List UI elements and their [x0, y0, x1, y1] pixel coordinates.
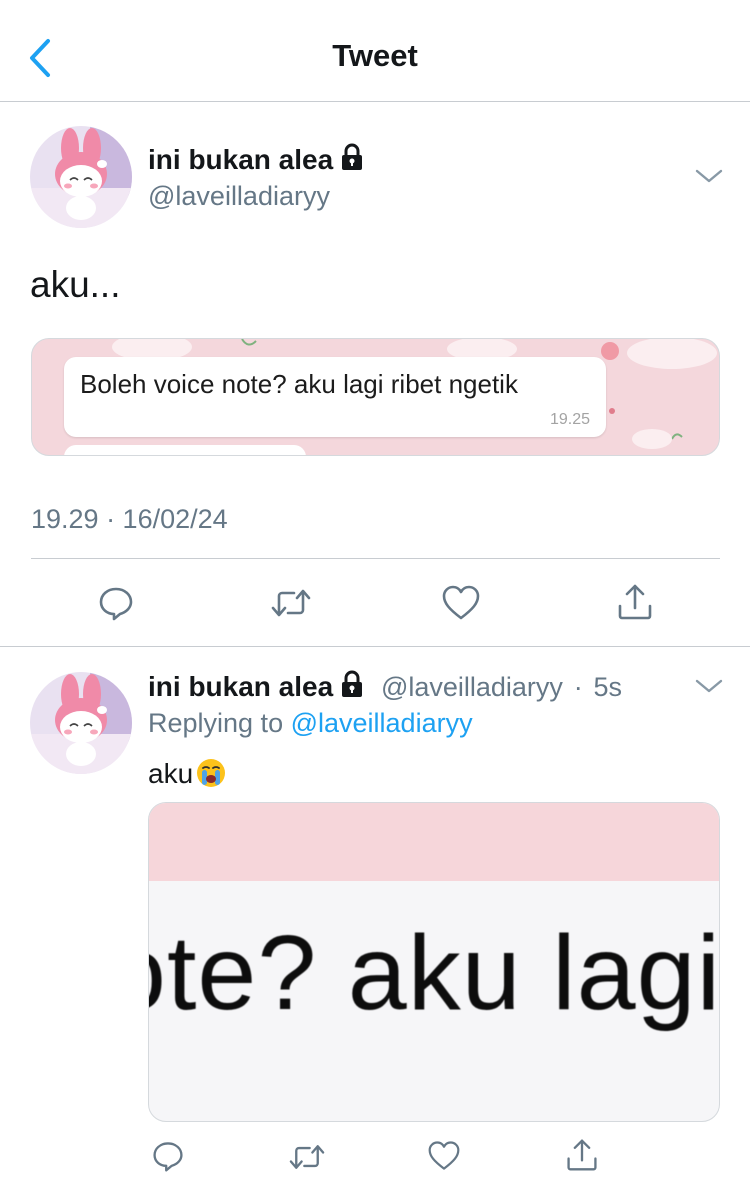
tweet-text: aku...	[30, 264, 121, 305]
navigation-bar: Tweet	[0, 0, 750, 102]
like-button[interactable]	[427, 1140, 461, 1172]
share-button[interactable]	[616, 582, 654, 622]
share-icon	[618, 584, 652, 620]
share-icon	[567, 1139, 597, 1171]
heart-icon	[428, 1141, 460, 1170]
tweet-timestamp: 19.29 · 16/02/24	[31, 504, 228, 534]
retweet-icon	[271, 589, 311, 617]
zoomed-media-text: ote? aku lagi	[148, 914, 720, 1032]
avatar-image	[30, 126, 132, 228]
reply-text: aku	[148, 758, 194, 789]
divider	[31, 558, 720, 559]
reply-icon	[153, 1142, 183, 1172]
reply-tweet-text: aku	[148, 757, 227, 790]
like-button[interactable]	[441, 584, 481, 622]
media-pink-band	[149, 803, 719, 881]
tweet-options-button[interactable]	[694, 676, 724, 696]
meta-separator: ·	[573, 672, 583, 702]
reply-author-line[interactable]: ini bukan alea @laveilladiaryy · 5s	[148, 670, 622, 703]
author-handle[interactable]: @laveilladiaryy	[148, 181, 330, 212]
chat-bubble: Boleh voice note? aku lagi ribet ngetik …	[64, 357, 606, 437]
replying-to-label: Replying to	[148, 708, 284, 738]
loudly-crying-face-icon	[197, 759, 226, 787]
tweet-separator	[0, 646, 750, 647]
chat-bubble-text: Boleh voice note? aku lagi ribet ngetik	[80, 369, 518, 399]
replying-to: Replying to @laveilladiaryy	[148, 708, 473, 739]
reply-button[interactable]	[151, 1139, 185, 1173]
retweet-button[interactable]	[270, 584, 312, 622]
share-button[interactable]	[565, 1137, 599, 1173]
reply-icon	[99, 587, 133, 621]
chat-bubble-partial	[64, 445, 306, 455]
relative-time: 5s	[593, 672, 623, 702]
retweet-button[interactable]	[288, 1140, 326, 1174]
author-name[interactable]: ini bukan alea	[148, 143, 365, 176]
chat-bubble-time: 19.25	[549, 411, 590, 428]
page-title: Tweet	[332, 38, 418, 73]
retweet-icon	[289, 1145, 325, 1169]
chevron-down-icon	[695, 169, 723, 183]
chevron-down-icon	[695, 679, 723, 693]
heart-icon	[442, 585, 480, 620]
tweet-media[interactable]: Boleh voice note? aku lagi ribet ngetik …	[31, 338, 720, 456]
lock-icon	[342, 670, 363, 697]
avatar[interactable]	[30, 672, 132, 774]
display-name: ini bukan alea	[148, 671, 334, 702]
avatar-image	[30, 672, 132, 774]
lock-icon	[342, 143, 363, 170]
author-handle: @laveilladiaryy	[380, 672, 563, 702]
reply-button[interactable]	[97, 584, 135, 622]
replying-to-mention[interactable]: @laveilladiaryy	[291, 708, 473, 738]
display-name: ini bukan alea	[148, 144, 334, 175]
tweet-options-button[interactable]	[694, 166, 724, 186]
reply-tweet-media[interactable]: ote? aku lagi	[148, 802, 720, 1122]
avatar[interactable]	[30, 126, 132, 228]
